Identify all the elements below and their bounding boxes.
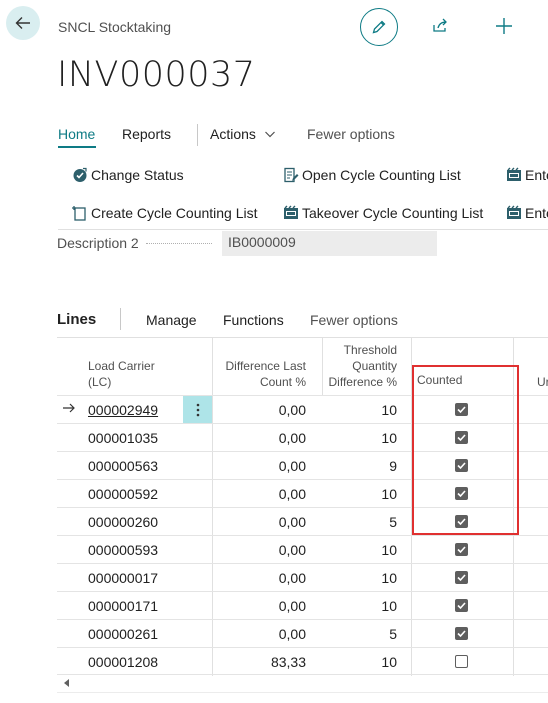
difference-value: 0,00 xyxy=(278,402,306,418)
threshold-value: 9 xyxy=(389,458,397,474)
counted-checkbox[interactable] xyxy=(455,571,468,584)
threshold-value: 10 xyxy=(381,570,397,586)
page-title: INV000037 xyxy=(57,55,256,95)
back-button[interactable] xyxy=(6,6,40,40)
load-carrier-value[interactable]: 000000593 xyxy=(88,542,158,558)
tab-actions[interactable]: Actions xyxy=(210,126,276,142)
scroll-left-icon[interactable] xyxy=(64,679,70,689)
load-carrier-link[interactable]: 000002949 xyxy=(88,402,158,418)
table-row[interactable]: 000000017 0,00 10 xyxy=(57,563,548,591)
action-bar-divider xyxy=(58,229,548,230)
difference-value: 0,00 xyxy=(278,486,306,502)
load-carrier-value[interactable]: 000000563 xyxy=(88,458,158,474)
threshold-value: 10 xyxy=(381,654,397,670)
load-carrier-value[interactable]: 000001208 xyxy=(88,654,158,670)
threshold-value: 5 xyxy=(389,514,397,530)
description2-label: Description 2 xyxy=(57,235,139,251)
load-carrier-value[interactable]: 000000017 xyxy=(88,570,158,586)
tab-divider xyxy=(197,124,198,146)
threshold-value: 5 xyxy=(389,626,397,642)
film-icon xyxy=(506,205,522,221)
field-leader-dots xyxy=(146,243,212,244)
difference-value: 0,00 xyxy=(278,626,306,642)
plus-icon xyxy=(496,18,512,34)
change-status-button[interactable]: Change Status xyxy=(72,167,184,183)
threshold-value: 10 xyxy=(381,430,397,446)
open-cycle-counting-list-button[interactable]: Open Cycle Counting List xyxy=(283,167,461,183)
threshold-value: 10 xyxy=(381,402,397,418)
table-row[interactable]: 000001208 83,33 10 xyxy=(57,647,548,675)
pencil-icon xyxy=(372,20,386,34)
column-header-next[interactable]: Ur xyxy=(537,374,548,390)
lines-fewer-options-button[interactable]: Fewer options xyxy=(310,312,398,328)
table-row[interactable]: 000000171 0,00 10 xyxy=(57,591,548,619)
load-carrier-value[interactable]: 000001035 xyxy=(88,430,158,446)
edit-button[interactable] xyxy=(360,8,398,46)
difference-value: 0,00 xyxy=(278,542,306,558)
counted-checkbox[interactable] xyxy=(455,627,468,640)
more-vertical-icon xyxy=(196,403,199,416)
row-menu-button[interactable] xyxy=(183,396,212,423)
table-row[interactable]: 000000261 0,00 5 xyxy=(57,619,548,647)
difference-value: 0,00 xyxy=(278,598,306,614)
counted-checkbox[interactable] xyxy=(455,599,468,612)
counted-checkbox[interactable] xyxy=(455,655,468,668)
description2-field[interactable]: IB0000009 xyxy=(222,231,437,256)
enter-action-button-1[interactable]: Ente xyxy=(506,167,548,183)
active-tab-indicator xyxy=(58,146,96,148)
load-carrier-value[interactable]: 000000592 xyxy=(88,486,158,502)
load-carrier-value[interactable]: 000000171 xyxy=(88,598,158,614)
share-icon xyxy=(433,18,447,32)
current-row-arrow-icon xyxy=(62,401,76,418)
fewer-options-button[interactable]: Fewer options xyxy=(307,126,395,142)
film-icon xyxy=(506,167,522,183)
enter-action-button-2[interactable]: Ente xyxy=(506,205,548,221)
lines-manage-button[interactable]: Manage xyxy=(146,312,197,328)
difference-value: 0,00 xyxy=(278,514,306,530)
counted-checkbox[interactable] xyxy=(455,543,468,556)
column-header-difference[interactable]: Difference Last Count % xyxy=(226,358,307,390)
document-pen-icon xyxy=(283,167,299,183)
threshold-value: 10 xyxy=(381,486,397,502)
threshold-value: 10 xyxy=(381,598,397,614)
column-header-threshold[interactable]: Threshold Quantity Difference % xyxy=(329,342,397,390)
takeover-cycle-counting-list-button[interactable]: Takeover Cycle Counting List xyxy=(283,205,483,221)
load-carrier-value[interactable]: 000000260 xyxy=(88,514,158,530)
column-header-load-carrier[interactable]: Load Carrier (LC) xyxy=(88,358,155,390)
tab-actions-label: Actions xyxy=(210,126,256,142)
difference-value: 83,33 xyxy=(270,654,306,670)
horizontal-scrollbar[interactable] xyxy=(57,692,548,693)
table-row[interactable]: 000000593 0,00 10 xyxy=(57,535,548,563)
chevron-down-icon xyxy=(264,131,275,138)
column-divider xyxy=(322,338,323,396)
lines-divider xyxy=(120,308,121,330)
lines-title: Lines xyxy=(57,311,97,328)
film-icon xyxy=(283,205,299,221)
difference-value: 0,00 xyxy=(278,430,306,446)
tab-home[interactable]: Home xyxy=(58,126,95,142)
tab-reports[interactable]: Reports xyxy=(122,126,171,142)
new-document-icon xyxy=(72,205,88,221)
status-check-icon xyxy=(72,167,88,183)
arrow-left-icon xyxy=(15,17,30,29)
breadcrumb: SNCL Stocktaking xyxy=(58,19,172,35)
difference-value: 0,00 xyxy=(278,570,306,586)
difference-value: 0,00 xyxy=(278,458,306,474)
load-carrier-value[interactable]: 000000261 xyxy=(88,626,158,642)
create-cycle-counting-list-button[interactable]: Create Cycle Counting List xyxy=(72,205,258,221)
lines-functions-button[interactable]: Functions xyxy=(223,312,284,328)
share-button[interactable] xyxy=(430,16,450,41)
highlight-box xyxy=(412,365,519,535)
threshold-value: 10 xyxy=(381,542,397,558)
add-button[interactable] xyxy=(494,16,514,41)
